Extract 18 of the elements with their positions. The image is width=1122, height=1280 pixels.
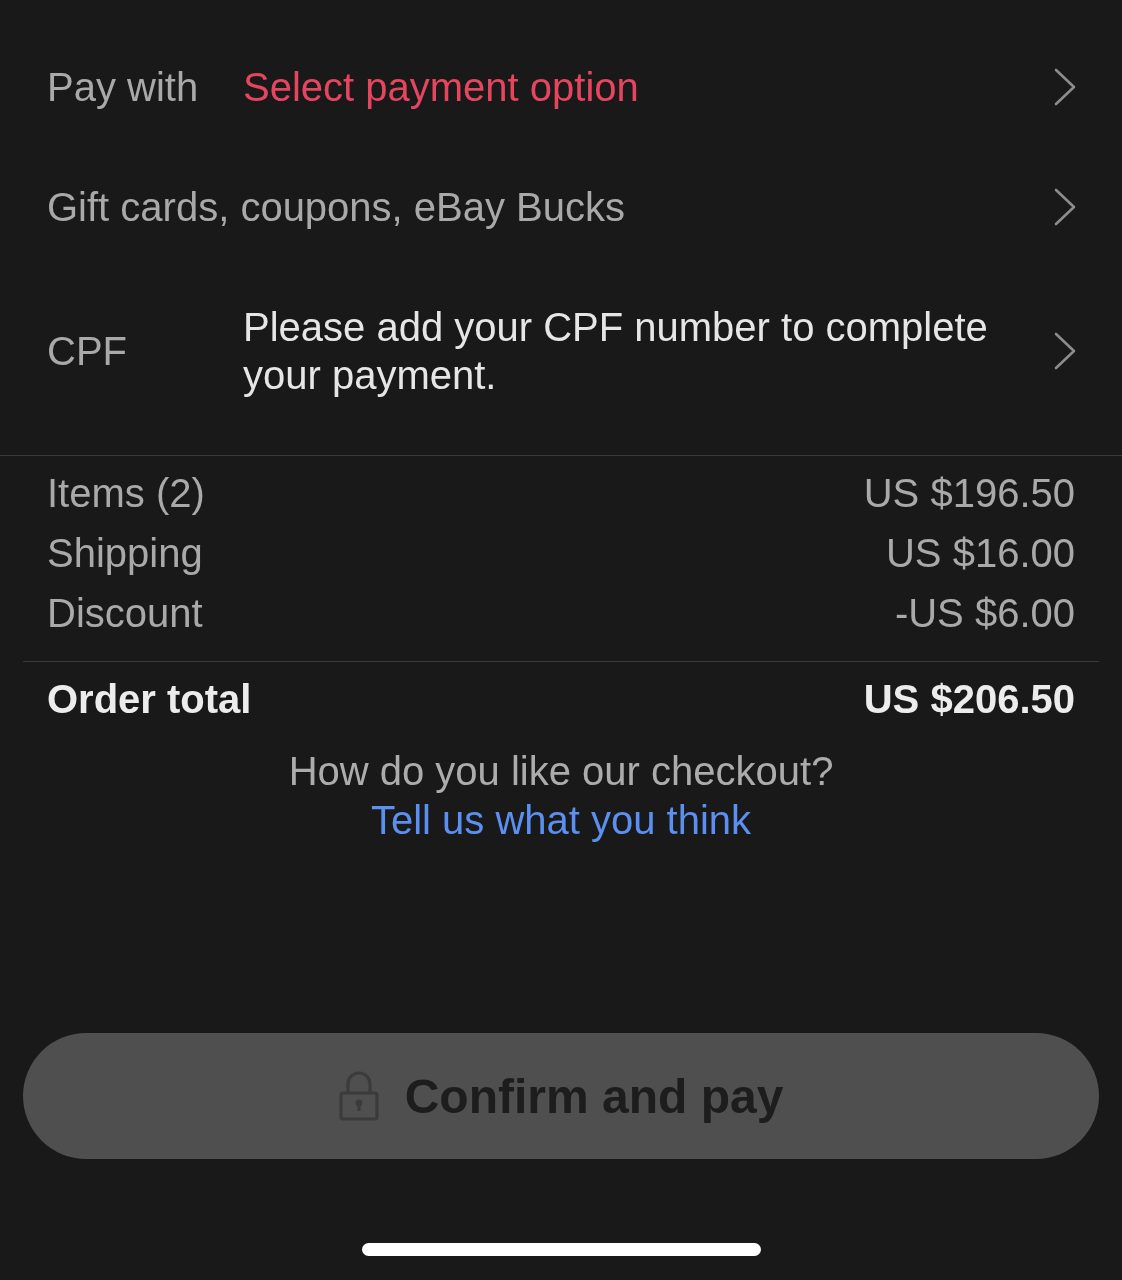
row-label: CPF bbox=[47, 328, 128, 375]
chevron-right-icon[interactable] bbox=[1054, 68, 1076, 106]
summary-amount: US $196.50 bbox=[863, 470, 1075, 517]
summary-label: Shipping bbox=[47, 530, 203, 577]
summary-label: Items (2) bbox=[47, 470, 205, 517]
feedback-link[interactable]: Tell us what you think bbox=[370, 796, 752, 845]
payment-option-prompt: Select payment option bbox=[243, 64, 640, 111]
feedback-question: How do you like our checkout? bbox=[288, 748, 834, 795]
order-total-amount: US $206.50 bbox=[863, 676, 1075, 723]
chevron-right-icon[interactable] bbox=[1054, 188, 1076, 226]
chevron-right-icon[interactable] bbox=[1054, 332, 1076, 370]
summary-label: Discount bbox=[47, 590, 203, 637]
cpf-notice: Please add your CPF number to complete your payment. bbox=[243, 304, 989, 399]
order-total-label: Order total bbox=[47, 676, 252, 723]
summary-amount: US $16.00 bbox=[885, 530, 1075, 577]
summary-amount: -US $6.00 bbox=[894, 590, 1075, 637]
row-label: Pay with bbox=[47, 64, 200, 111]
gift-cards-link[interactable]: Gift cards, coupons, eBay Bucks bbox=[47, 183, 1054, 231]
